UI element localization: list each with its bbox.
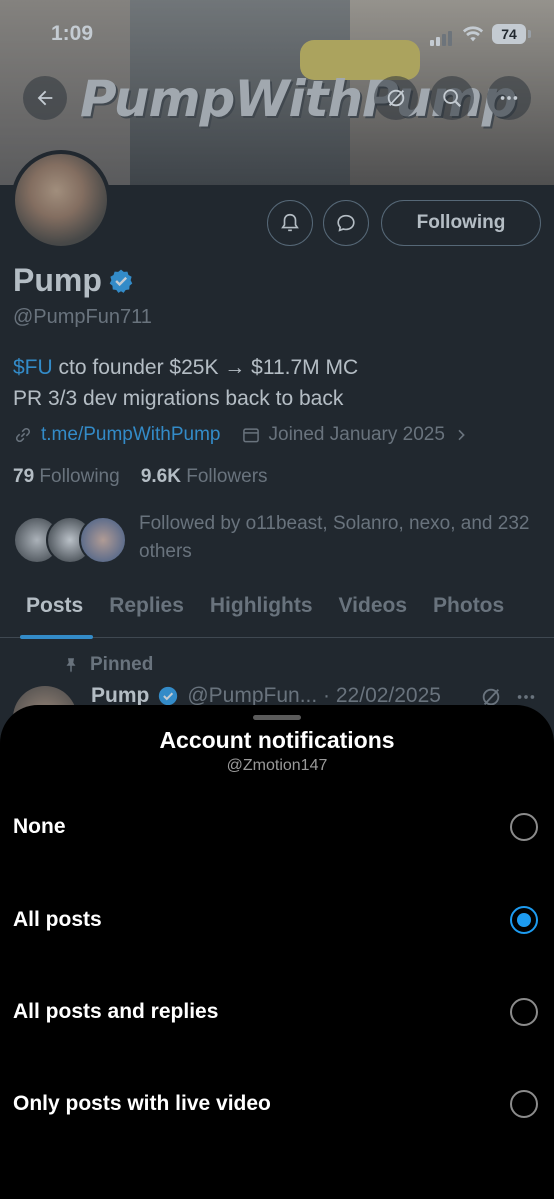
option-all-posts[interactable]: All posts: [0, 874, 554, 966]
profile-screen: PumpWithPump 1:09 74 Following Pump @Pum…: [0, 0, 554, 1199]
radio-button[interactable]: [510, 998, 538, 1026]
sheet-drag-handle[interactable]: [253, 715, 301, 720]
option-label: All posts: [13, 908, 102, 931]
option-label: None: [13, 815, 66, 838]
sheet-title: Account notifications: [159, 727, 395, 753]
option-none[interactable]: None: [0, 781, 554, 873]
sheet-subtitle: @Zmotion147: [226, 757, 328, 774]
option-all-posts-and-replies[interactable]: All posts and replies: [0, 966, 554, 1058]
option-label: All posts and replies: [13, 1000, 219, 1023]
account-notifications-sheet: Account notifications @Zmotion147 None A…: [0, 705, 554, 1199]
radio-button[interactable]: [510, 813, 538, 841]
radio-button[interactable]: [510, 1090, 538, 1118]
radio-button-selected[interactable]: [510, 906, 538, 934]
option-label: Only posts with live video: [13, 1092, 271, 1115]
option-live-video-only[interactable]: Only posts with live video: [0, 1058, 554, 1150]
